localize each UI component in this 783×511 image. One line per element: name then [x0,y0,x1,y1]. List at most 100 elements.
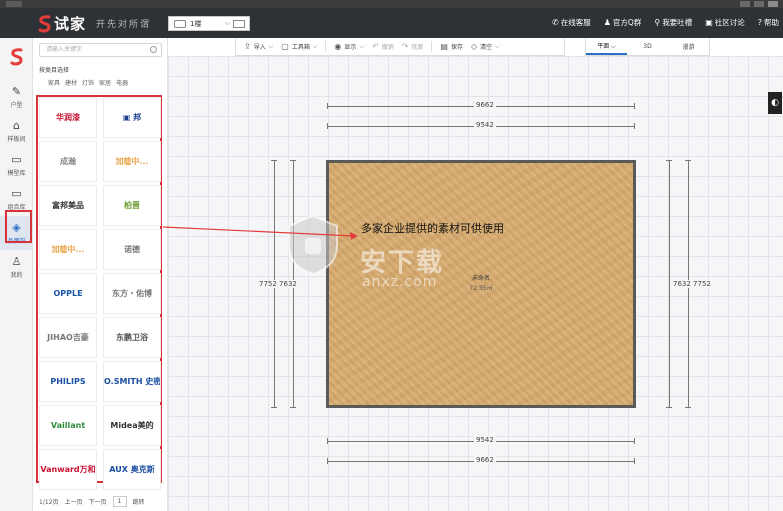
tab-2d[interactable]: 平面 ⌵ [586,38,627,55]
brand-logo-text: Vanward万和 [40,465,96,474]
floor-select[interactable]: 1楼 ⌵ [168,16,250,31]
close-window-button[interactable] [768,1,778,7]
rail-item-samples[interactable]: ⌂ 样板间 [0,114,33,148]
maximize-button[interactable] [754,1,764,7]
header-link-label: 我要吐槽 [662,18,693,27]
user-icon: ♙ [11,254,22,268]
group-icon: ♟ [603,18,611,27]
envelope-icon[interactable] [233,19,245,28]
filter-title: 按类目选择 [39,67,70,74]
brand-card[interactable]: 诺德 [103,229,161,270]
help-icon: ? [757,18,762,27]
brand-logo-text: 东方・佑博 [112,289,152,298]
category-filters: 家具 建材 灯饰 家居 电器 [48,78,128,87]
chevron-down-icon: ⌵ [224,19,230,27]
search-icon[interactable] [150,46,157,53]
header-link-forum[interactable]: ▣ 社区讨论 [705,17,745,28]
category-filter[interactable]: 家具 [48,78,60,87]
header-link-label: 在线客服 [560,18,591,27]
dim-tick [666,407,672,408]
dim-top-inner: 9542 [474,121,496,129]
header-links: ✆ 在线客服 ♟ 官方Q群 ⚲ 我要吐槽 ▣ 社区讨论 ? 帮助 [539,17,779,28]
toolbar-label: 撤销 [381,44,394,51]
undo-button[interactable]: ↶ 撤销 [372,42,394,51]
toolbar-label: 工具箱 [291,44,310,51]
sofa-icon: ▭ [11,152,22,166]
brand-logo-text: 华润漆 [56,113,80,122]
rail-item-models[interactable]: ▭ 模型库 [0,148,33,182]
brand-card[interactable]: 华润漆 [39,97,97,138]
brand-logo-text: PHILIPS [50,377,86,386]
header-link-help[interactable]: ? 帮助 [758,17,779,28]
toolbox-icon: ▢ [281,42,289,51]
dim-right: 7632 7752 [672,280,712,288]
save-button[interactable]: ▤ 保存 [440,42,463,51]
brand-logo-text: AUX 奥克斯 [109,465,155,474]
watermark-sub: anxz.com [362,274,438,290]
rail-logo-icon [10,48,23,66]
brand-card[interactable]: PHILIPS [39,361,97,402]
search-input[interactable]: 请输入关键字 [39,43,162,57]
rail-item-mine[interactable]: ♙ 我的 [0,250,33,284]
brand-card[interactable]: ▣ 邦 [103,97,161,138]
brand-card[interactable]: 柏晋 [103,185,161,226]
category-filter[interactable]: 灯饰 [82,78,94,87]
app-header: 试家 开先对所谓 1楼 ⌵ ✆ 在线客服 ♟ 官方Q群 ⚲ 我要吐槽 ▣ 社区讨论 ? 帮助 [0,8,783,38]
redo-button[interactable]: ↷ 恢复 [402,42,424,51]
category-filter[interactable]: 电器 [116,78,128,87]
dim-tick [327,103,328,109]
page-number-input[interactable]: 1 [112,496,127,507]
brand-card[interactable]: OPPLE [39,273,97,314]
header-link-mic[interactable]: ⚲ 我要吐槽 [654,17,692,28]
dim-tick [634,123,635,129]
brand-card[interactable]: 东鹏卫浴 [103,317,161,358]
phone-icon: ✆ [552,18,559,27]
brand-card[interactable]: 成瀚 [39,141,97,182]
brand-logo-text: 富邦美品 [52,201,84,210]
brand-card[interactable]: Vaillant [39,405,97,446]
dim-tick [685,160,691,161]
header-link-phone[interactable]: ✆ 在线客服 [552,17,591,28]
toolbar-label: 保存 [450,44,463,51]
brand-card[interactable]: A.O.SMITH 史密斯 [103,361,161,402]
tab-3d[interactable]: 3D [627,38,668,55]
brand-card[interactable]: 富邦美品 [39,185,97,226]
chevron-down-icon: ⌵ [268,42,274,50]
dim-line-right-inner [669,160,670,408]
app-logo[interactable]: 试家 开先对所谓 [38,13,151,34]
brand-card[interactable]: 东方・佑博 [103,273,161,314]
brand-card[interactable]: JIHAO吉豪 [39,317,97,358]
minimize-button[interactable] [740,1,750,7]
brand-card[interactable]: Midea美的 [103,405,161,446]
prev-page-link[interactable]: 上一页 [64,497,82,506]
annotation-text: 多家企业提供的素材可供使用 [361,222,504,235]
edge-tool-icon[interactable]: ◐ [768,92,782,114]
brand-card[interactable]: AUX 奥克斯 [103,449,161,490]
toolbar-divider [325,41,327,52]
clear-button[interactable]: ◇ 清空 ⌵ [471,42,500,51]
next-page-link[interactable]: 下一页 [89,497,107,506]
bed-icon: ▭ [11,186,22,200]
dim-tick [271,160,277,161]
rail-highlight-box [5,210,32,243]
chevron-down-icon: ⌵ [495,42,500,50]
header-link-group[interactable]: ♟ 官方Q群 [604,17,642,28]
brand-card[interactable]: Vanward万和 [39,449,97,490]
category-filter[interactable]: 家居 [99,78,111,87]
display-button[interactable]: ◉ 显示 ⌵ [334,42,364,51]
dim-tick [666,160,672,161]
dim-tick [290,160,296,161]
chevron-down-icon: ⌵ [359,42,364,50]
brand-card[interactable]: 加载中... [39,229,97,270]
toolbox-button[interactable]: ▢ 工具箱 ⌵ [281,42,317,51]
category-filter[interactable]: 建材 [65,78,77,87]
go-page-button[interactable]: 跳转 [133,497,145,506]
brand-logo-text: Midea美的 [110,421,154,430]
tab-walk[interactable]: 漫游 [668,38,709,55]
floor-icon [174,19,186,28]
rail-item-floorplan[interactable]: ✎ 户型 [0,80,33,114]
brand-logo-text: 成瀚 [60,157,76,166]
import-button[interactable]: ⇪ 导入 ⌵ [244,42,273,51]
dim-tick [634,458,635,464]
brand-card[interactable]: 加载中... [103,141,161,182]
